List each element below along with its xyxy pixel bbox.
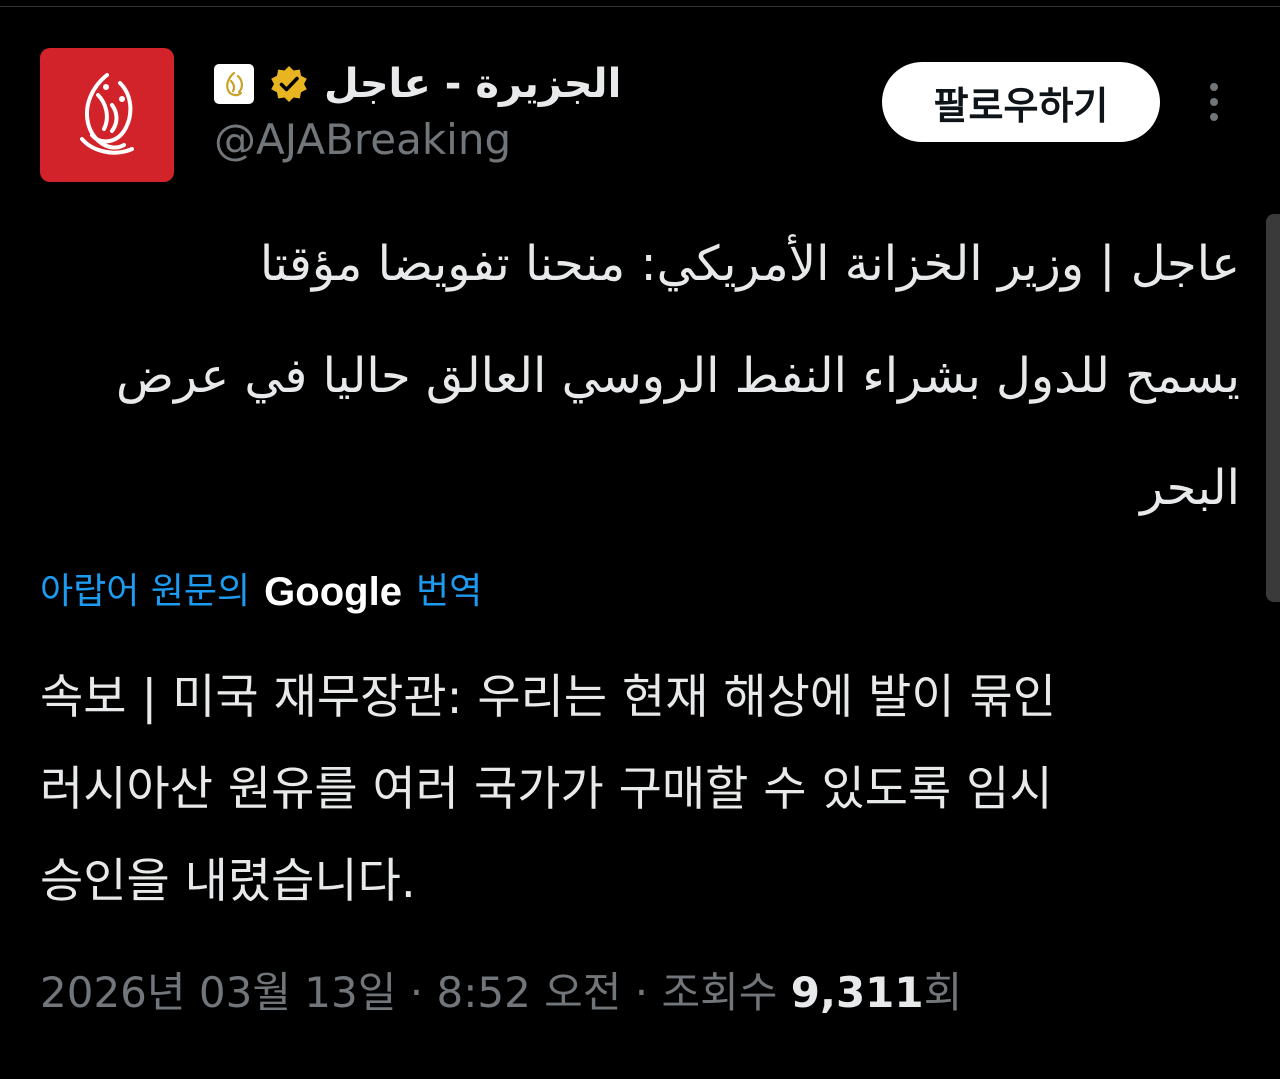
meta-separator: · (396, 968, 437, 1017)
translate-suffix: 번역 (415, 571, 483, 612)
google-logo-text: Google (264, 570, 402, 614)
views-count: 9,311 (790, 968, 924, 1017)
scrollbar[interactable] (1266, 214, 1280, 602)
user-handle[interactable]: @AJABreaking (214, 112, 511, 168)
more-vertical-icon[interactable] (1192, 78, 1236, 126)
author-row: الجزيرة - عاجل (214, 58, 621, 110)
divider (0, 6, 1280, 7)
more-dot (1210, 83, 1218, 91)
tweet-meta: 2026년 03월 13일 · 8:52 오전 · 조회수 9,311회 (40, 958, 962, 1028)
tweet-time[interactable]: 8:52 오전 (436, 968, 621, 1017)
more-dot (1210, 98, 1218, 106)
views-label: 조회수 (661, 968, 791, 1017)
aljazeera-affiliate-badge-icon[interactable] (214, 64, 254, 104)
aljazeera-logo-icon (80, 73, 134, 155)
display-name[interactable]: الجزيرة - عاجل (324, 58, 621, 110)
more-dot (1210, 113, 1218, 121)
tweet-text-translated: 속보 | 미국 재무장관: 우리는 현재 해상에 발이 묶인 러시아산 원유를 … (40, 670, 1056, 909)
avatar[interactable] (40, 48, 174, 182)
translate-prefix: 아랍어 원문의 (40, 571, 251, 612)
translation-attribution[interactable]: 아랍어 원문의 Google 번역 (40, 560, 482, 624)
tweet-card: الجزيرة - عاجل @AJABreaking 팔로우하기 عاجل |… (0, 0, 1280, 1079)
tweet-text-original: عاجل | وزير الخزانة الأمريكي: منحنا تفوي… (116, 236, 1240, 516)
follow-button[interactable]: 팔로우하기 (882, 62, 1160, 142)
views-suffix: 회 (923, 968, 963, 1017)
meta-separator: · (621, 968, 662, 1017)
gold-verified-badge-icon[interactable] (268, 63, 310, 105)
tweet-date[interactable]: 2026년 03월 13일 (40, 968, 396, 1017)
